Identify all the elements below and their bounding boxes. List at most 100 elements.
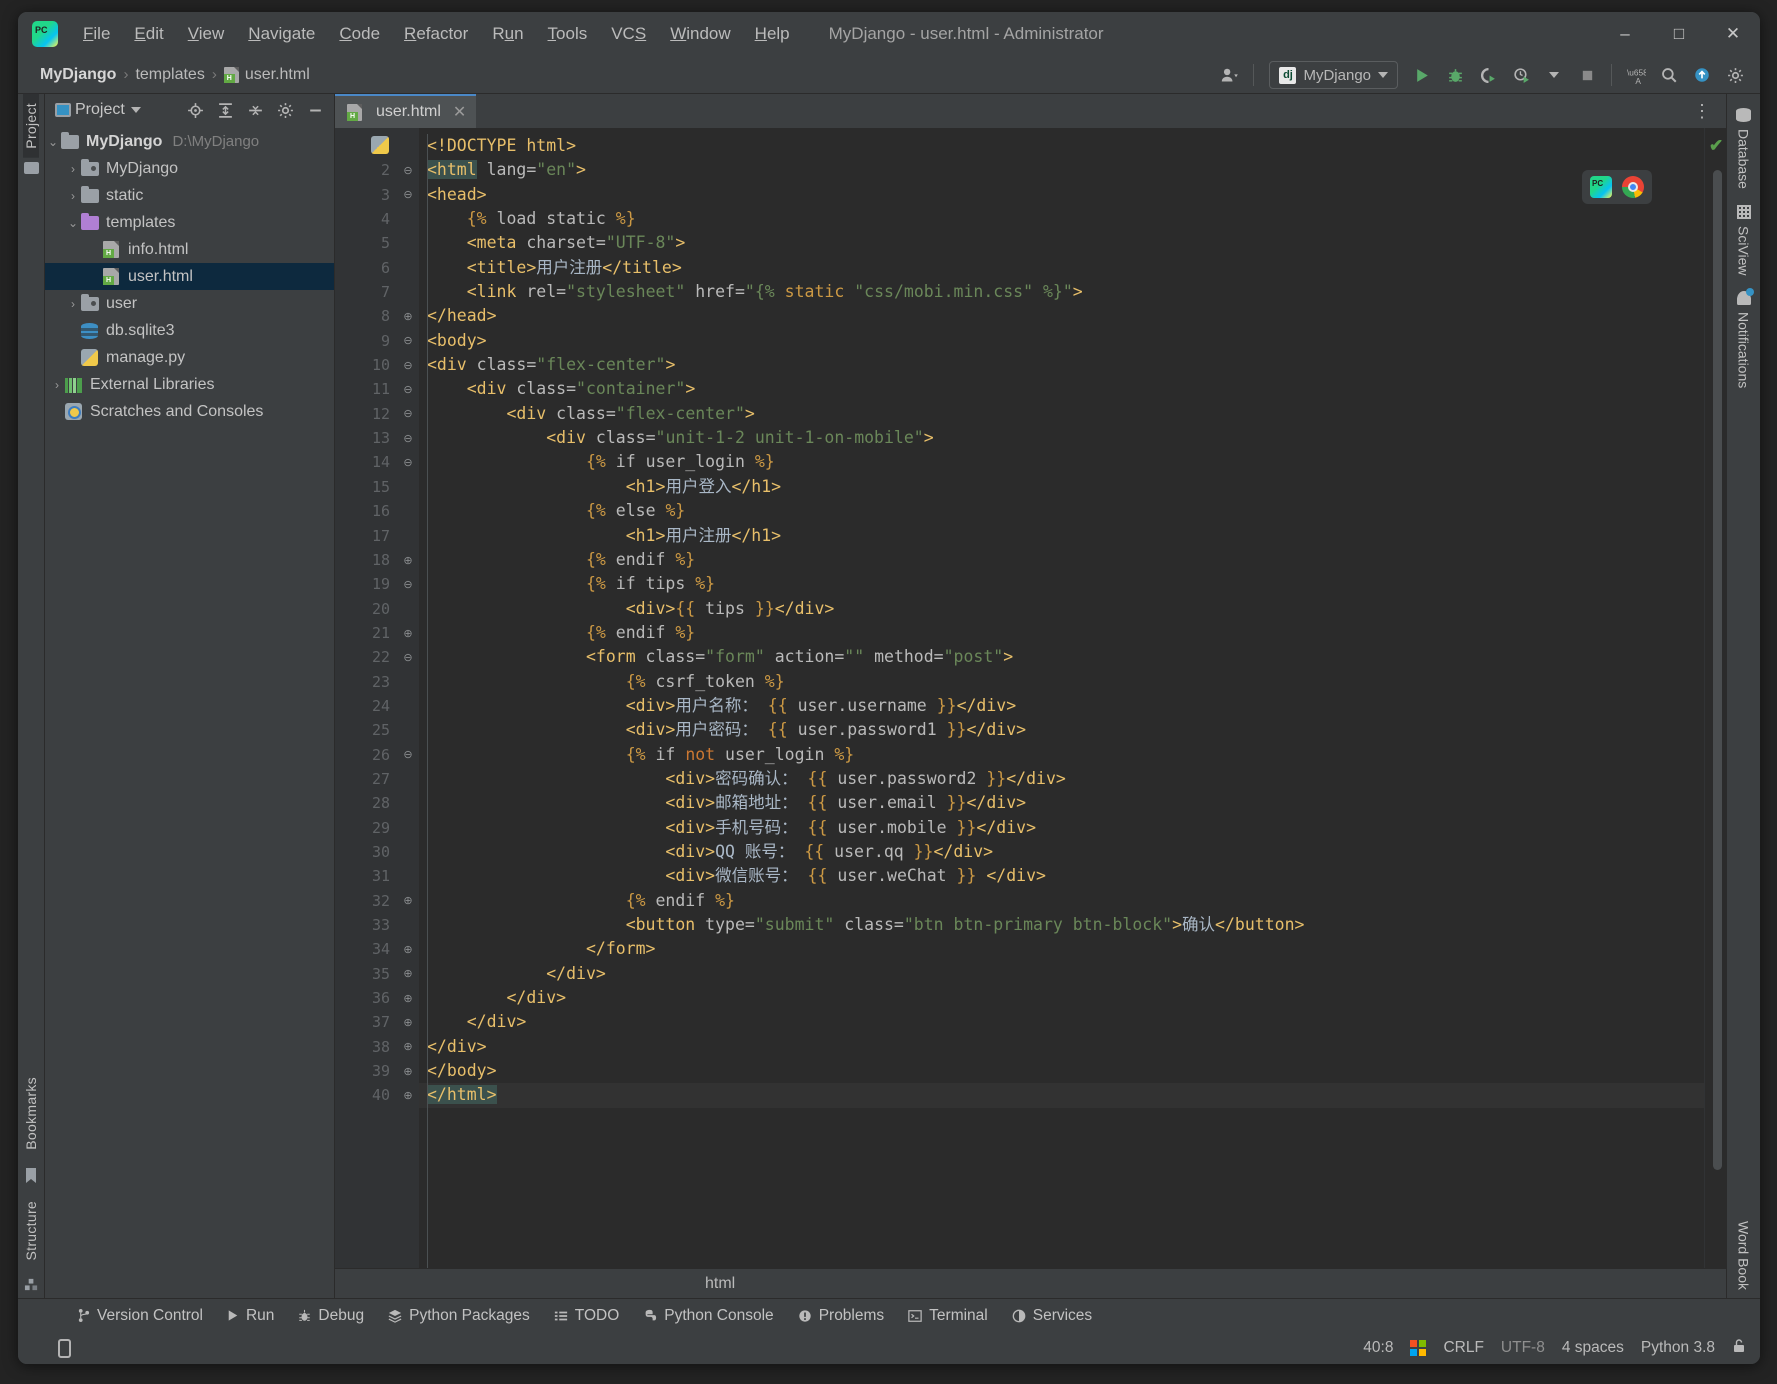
code-line[interactable]: </div>	[419, 962, 1704, 986]
fold-toggle-icon[interactable]: ⊖	[397, 450, 419, 474]
line-number[interactable]: 25	[335, 718, 397, 742]
account-icon[interactable]	[1214, 60, 1244, 90]
tree-node-templates[interactable]: ⌄ templates	[45, 209, 334, 236]
line-number[interactable]: 35	[335, 962, 397, 986]
fold-toggle-icon[interactable]: ⊕	[397, 1035, 419, 1059]
code-line[interactable]: <div>用户名称： {{ user.username }}</div>	[419, 694, 1704, 718]
chevron-down-icon[interactable]	[130, 107, 141, 113]
tool-version-control[interactable]: Version Control	[66, 1304, 214, 1328]
line-number[interactable]: 18	[335, 548, 397, 572]
code-line[interactable]: </html>	[419, 1083, 1704, 1108]
updates-icon[interactable]	[1687, 60, 1717, 90]
tree-arrow[interactable]: ⌄	[45, 135, 61, 149]
code-line[interactable]: <button type="submit" class="btn btn-pri…	[419, 913, 1704, 937]
tree-node-mydjango-module[interactable]: › MyDjango	[45, 155, 334, 182]
line-number[interactable]: 5	[335, 231, 397, 255]
code-line[interactable]: {% csrf_token %}	[419, 670, 1704, 694]
line-number[interactable]: 30	[335, 840, 397, 864]
code-line[interactable]: <div>用户密码： {{ user.password1 }}</div>	[419, 718, 1704, 742]
tool-python-console[interactable]: Python Console	[632, 1304, 784, 1328]
code-line[interactable]: </div>	[419, 1035, 1704, 1059]
tool-services[interactable]: Services	[1001, 1304, 1103, 1328]
line-number[interactable]: 2	[335, 158, 397, 182]
fold-toggle-icon[interactable]: ⊕	[397, 1059, 419, 1083]
code-line[interactable]: </head>	[419, 304, 1704, 328]
code-line[interactable]: <html lang="en">	[419, 158, 1704, 182]
code-line[interactable]: <div class="unit-1-2 unit-1-on-mobile">	[419, 426, 1704, 450]
fold-toggle-icon[interactable]: ⊖	[397, 329, 419, 353]
line-separator[interactable]: CRLF	[1443, 1339, 1483, 1357]
tool-run[interactable]: Run	[216, 1304, 285, 1328]
code-line[interactable]: <title>用户注册</title>	[419, 256, 1704, 280]
code-line[interactable]: {% endif %}	[419, 548, 1704, 572]
breadcrumb-templates[interactable]: templates	[135, 66, 204, 84]
translate-icon[interactable]: \u6587A	[1621, 60, 1651, 90]
code-line[interactable]: <meta charset="UTF-8">	[419, 231, 1704, 255]
strip-tab-notifications[interactable]: Notifications	[1736, 285, 1754, 394]
close-icon[interactable]: ✕	[453, 102, 466, 122]
line-number[interactable]: 19	[335, 572, 397, 596]
more-options-icon[interactable]: ⋮	[1685, 101, 1720, 122]
fold-toggle-icon[interactable]: ⊖	[397, 402, 419, 426]
code-line[interactable]: {% endif %}	[419, 621, 1704, 645]
code-line[interactable]: </form>	[419, 937, 1704, 961]
line-number[interactable]: 37	[335, 1010, 397, 1034]
line-number[interactable]: 21	[335, 621, 397, 645]
settings-gear-icon[interactable]	[1720, 60, 1750, 90]
line-number[interactable]: 8	[335, 304, 397, 328]
code-line[interactable]: <h1>用户注册</h1>	[419, 524, 1704, 548]
run-icon[interactable]	[1407, 60, 1437, 90]
line-number[interactable]: 24	[335, 694, 397, 718]
tree-node-db-sqlite3[interactable]: db.sqlite3	[45, 317, 334, 344]
line-number[interactable]: 15	[335, 475, 397, 499]
tab-user-html[interactable]: user.html ✕	[335, 94, 477, 128]
code-line[interactable]: {% if user_login %}	[419, 450, 1704, 474]
tree-node-static[interactable]: › static	[45, 182, 334, 209]
python-interpreter[interactable]: Python 3.8	[1641, 1339, 1715, 1357]
code-line[interactable]: <div class="flex-center">	[419, 402, 1704, 426]
gear-icon[interactable]	[272, 97, 298, 123]
fold-toggle-icon[interactable]: ⊖	[397, 645, 419, 669]
line-number[interactable]: 3	[335, 183, 397, 207]
fold-toggle-icon[interactable]: ⊕	[397, 889, 419, 913]
fold-toggle-icon[interactable]: ⊕	[397, 621, 419, 645]
run-coverage-icon[interactable]	[1473, 60, 1503, 90]
menu-help[interactable]: Help	[744, 20, 801, 48]
code-line[interactable]: <head>	[419, 183, 1704, 207]
code-line[interactable]: <div>密码确认： {{ user.password2 }}</div>	[419, 767, 1704, 791]
code-line[interactable]: <div class="flex-center">	[419, 353, 1704, 377]
run-configuration-selector[interactable]: MyDjango	[1269, 61, 1398, 89]
code-line[interactable]: {% else %}	[419, 499, 1704, 523]
tree-node-mydjango-root[interactable]: ⌄ MyDjango D:\MyDjango	[45, 128, 334, 155]
code-line[interactable]: <div class="container">	[419, 377, 1704, 401]
line-number[interactable]: 39	[335, 1059, 397, 1083]
line-number[interactable]: 29	[335, 816, 397, 840]
tree-node-info-html[interactable]: info.html	[45, 236, 334, 263]
line-number[interactable]: 6	[335, 256, 397, 280]
tree-arrow[interactable]: ⌄	[65, 216, 81, 230]
code-line[interactable]: </body>	[419, 1059, 1704, 1083]
tree-node-scratches[interactable]: Scratches and Consoles	[45, 398, 334, 425]
tree-arrow[interactable]: ›	[49, 378, 65, 392]
tool-debug[interactable]: Debug	[287, 1304, 375, 1328]
code-line[interactable]: </div>	[419, 1010, 1704, 1034]
code-line[interactable]: <div>手机号码： {{ user.mobile }}</div>	[419, 816, 1704, 840]
code-content[interactable]: <!DOCTYPE html><html lang="en"><head> {%…	[419, 128, 1704, 1268]
lock-icon[interactable]	[1732, 1338, 1746, 1358]
code-line[interactable]: </div>	[419, 986, 1704, 1010]
menu-file[interactable]: File	[72, 20, 121, 48]
menu-tools[interactable]: Tools	[537, 20, 599, 48]
tool-todo[interactable]: TODO	[543, 1304, 631, 1328]
file-encoding[interactable]: UTF-8	[1501, 1339, 1545, 1357]
menu-edit[interactable]: Edit	[123, 20, 174, 48]
line-number[interactable]: 11	[335, 377, 397, 401]
strip-tab-sciview[interactable]: SciView	[1736, 199, 1752, 282]
strip-tab-structure[interactable]: Structure	[23, 1192, 39, 1270]
strip-tab-project[interactable]: Project	[23, 94, 39, 158]
fold-toggle-icon[interactable]: ⊕	[397, 1083, 419, 1107]
fold-toggle-icon[interactable]: ⊖	[397, 183, 419, 207]
line-number[interactable]: 22	[335, 645, 397, 669]
menu-code[interactable]: Code	[328, 20, 391, 48]
code-folding-gutter[interactable]: ⊖ ⊖ ⊕ ⊖ ⊖ ⊖ ⊖ ⊖ ⊖ ⊕ ⊖ ⊕ ⊖ ⊖ ⊕ ⊕ ⊕ ⊕ ⊕ ⊕ ⊕ ⊕	[397, 128, 419, 1268]
line-number[interactable]: 28	[335, 791, 397, 815]
